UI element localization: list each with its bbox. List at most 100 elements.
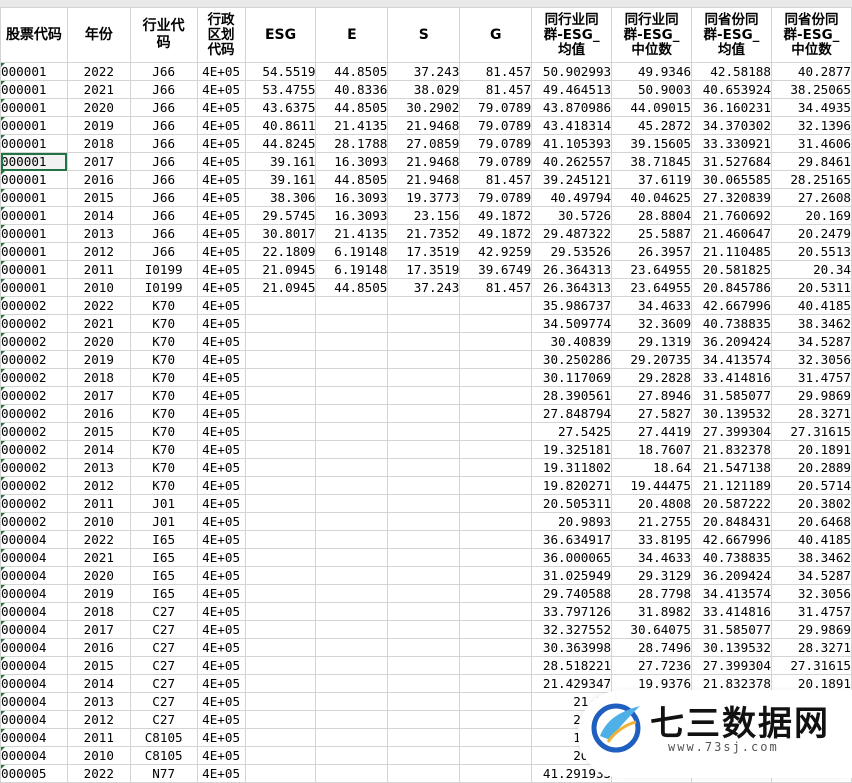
table-cell[interactable]: 39.15605 xyxy=(611,134,693,153)
table-cell[interactable] xyxy=(387,746,461,765)
table-cell[interactable]: 2015 xyxy=(66,422,131,441)
table-cell[interactable] xyxy=(244,494,317,513)
table-cell[interactable]: 27.848794 xyxy=(531,404,613,423)
table-cell[interactable]: 000002 xyxy=(0,350,68,369)
table-cell[interactable] xyxy=(244,332,317,351)
column-header[interactable]: 股票代码 xyxy=(0,7,68,63)
table-cell[interactable]: 2018 xyxy=(66,602,131,621)
table-cell[interactable]: 2016 xyxy=(66,404,131,423)
table-cell[interactable]: 20.587222 xyxy=(691,494,772,513)
table-cell[interactable]: 2011 xyxy=(66,494,131,513)
table-cell[interactable]: 20.3802 xyxy=(770,494,852,513)
table-cell[interactable] xyxy=(387,404,461,423)
table-cell[interactable] xyxy=(315,566,389,585)
table-cell[interactable]: 000001 xyxy=(0,134,68,153)
table-cell[interactable] xyxy=(459,386,533,405)
table-cell[interactable]: 36.160231 xyxy=(691,98,772,117)
table-cell[interactable] xyxy=(244,440,317,459)
table-cell[interactable]: 2011 xyxy=(66,260,131,279)
table-cell[interactable]: 000001 xyxy=(0,188,68,207)
table-cell[interactable]: 000002 xyxy=(0,476,68,495)
table-cell[interactable]: 4E+05 xyxy=(196,710,246,729)
table-cell[interactable]: 21.9468 xyxy=(387,170,461,189)
table-cell[interactable]: 33.414816 xyxy=(691,368,772,387)
table-cell[interactable] xyxy=(459,674,533,693)
table-cell[interactable]: 20.34 xyxy=(770,260,852,279)
table-cell[interactable]: 42.667996 xyxy=(691,296,772,315)
table-cell[interactable]: K70 xyxy=(129,386,198,405)
table-cell[interactable] xyxy=(244,764,317,783)
table-cell[interactable]: 44.8505 xyxy=(315,278,389,297)
table-cell[interactable]: C27 xyxy=(129,692,198,711)
table-cell[interactable]: 40.04625 xyxy=(611,188,693,207)
table-cell[interactable]: 2014 xyxy=(66,440,131,459)
table-cell[interactable] xyxy=(459,476,533,495)
table-cell[interactable]: 40.8611 xyxy=(244,116,317,135)
table-cell[interactable]: 30.139532 xyxy=(691,404,772,423)
table-cell[interactable]: 34.5287 xyxy=(770,566,852,585)
table-cell[interactable]: 16.3093 xyxy=(315,188,389,207)
table-cell[interactable]: 31.4606 xyxy=(770,134,852,153)
table-cell[interactable]: 27.399304 xyxy=(691,656,772,675)
table-cell[interactable] xyxy=(387,602,461,621)
table-cell[interactable] xyxy=(387,764,461,783)
table-cell[interactable] xyxy=(244,620,317,639)
table-cell[interactable] xyxy=(315,440,389,459)
column-header[interactable]: ESG xyxy=(244,7,317,63)
table-cell[interactable]: 42.58188 xyxy=(691,62,772,81)
table-cell[interactable]: 000002 xyxy=(0,404,68,423)
table-cell[interactable]: 35.986737 xyxy=(531,296,613,315)
table-cell[interactable]: 53.4755 xyxy=(244,80,317,99)
table-cell[interactable]: 34.5287 xyxy=(770,332,852,351)
table-cell[interactable]: 30.5726 xyxy=(531,206,613,225)
table-cell[interactable]: 29.2828 xyxy=(611,368,693,387)
table-cell[interactable]: 000002 xyxy=(0,422,68,441)
table-cell[interactable]: 34.4935 xyxy=(770,98,852,117)
table-cell[interactable]: 17.3519 xyxy=(387,260,461,279)
table-cell[interactable]: 39.161 xyxy=(244,152,317,171)
table-cell[interactable]: K70 xyxy=(129,422,198,441)
table-cell[interactable] xyxy=(315,638,389,657)
table-cell[interactable]: 4E+05 xyxy=(196,134,246,153)
table-cell[interactable]: C27 xyxy=(129,656,198,675)
table-cell[interactable]: 000001 xyxy=(0,62,68,81)
table-cell[interactable]: 27.8946 xyxy=(611,386,693,405)
table-cell[interactable]: 20.505311 xyxy=(531,494,613,513)
table-cell[interactable] xyxy=(315,710,389,729)
table-cell[interactable]: 2014 xyxy=(66,206,131,225)
table-cell[interactable] xyxy=(244,638,317,657)
table-cell[interactable]: 000002 xyxy=(0,314,68,333)
table-cell[interactable]: 37.6119 xyxy=(611,170,693,189)
table-cell[interactable] xyxy=(244,548,317,567)
table-cell[interactable]: J01 xyxy=(129,494,198,513)
table-cell[interactable]: 19.44475 xyxy=(611,476,693,495)
table-cell[interactable]: 2017 xyxy=(66,386,131,405)
table-cell[interactable]: 30.250286 xyxy=(531,350,613,369)
table-cell[interactable]: 4E+05 xyxy=(196,296,246,315)
table-cell[interactable]: 21.0945 xyxy=(244,278,317,297)
table-cell[interactable] xyxy=(315,422,389,441)
table-cell[interactable]: 2014 xyxy=(66,674,131,693)
table-cell[interactable]: 21.121189 xyxy=(691,476,772,495)
table-cell[interactable]: 28.3271 xyxy=(770,638,852,657)
table-cell[interactable]: 000004 xyxy=(0,584,68,603)
table-cell[interactable] xyxy=(387,548,461,567)
table-cell[interactable]: 20.848431 xyxy=(691,512,772,531)
table-cell[interactable]: 4E+05 xyxy=(196,206,246,225)
table-cell[interactable]: 2016 xyxy=(66,638,131,657)
table-cell[interactable]: 21.547138 xyxy=(691,458,772,477)
table-cell[interactable]: C8105 xyxy=(129,746,198,765)
table-cell[interactable]: 2015 xyxy=(66,188,131,207)
table-cell[interactable]: 2013 xyxy=(66,458,131,477)
table-cell[interactable]: 6.19148 xyxy=(315,260,389,279)
table-cell[interactable]: 6.19148 xyxy=(315,242,389,261)
table-cell[interactable]: 2022 xyxy=(66,296,131,315)
table-cell[interactable] xyxy=(459,746,533,765)
table-cell[interactable]: 2013 xyxy=(66,692,131,711)
table-cell[interactable]: C27 xyxy=(129,710,198,729)
table-cell[interactable] xyxy=(459,710,533,729)
table-cell[interactable]: 20.6468 xyxy=(770,512,852,531)
table-cell[interactable]: 40.2877 xyxy=(770,62,852,81)
table-cell[interactable]: 2012 xyxy=(66,476,131,495)
table-cell[interactable]: 39.6749 xyxy=(459,260,533,279)
